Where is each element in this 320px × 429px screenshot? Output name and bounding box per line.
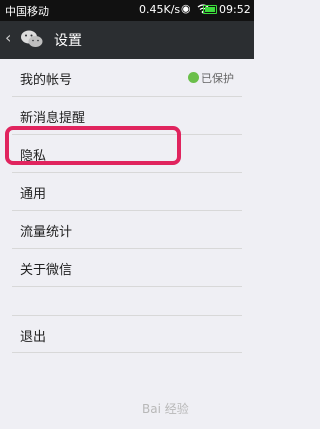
settings-item-label: 流量统计 bbox=[20, 225, 73, 240]
settings-item-logout[interactable]: 退出 bbox=[12, 315, 242, 353]
chevron-left-icon[interactable]: ‹ bbox=[5, 28, 11, 47]
settings-item-data-usage[interactable]: 流量统计 bbox=[12, 211, 242, 249]
settings-item-general[interactable]: 通用 bbox=[12, 173, 242, 211]
app-bar: ‹ 设置 bbox=[0, 21, 254, 59]
settings-item-label: 我的帐号 bbox=[20, 73, 73, 88]
carrier-label: 中国移动 bbox=[5, 5, 49, 18]
clock: 09:52 bbox=[219, 3, 251, 16]
settings-item-label: 通用 bbox=[20, 187, 47, 202]
settings-item-label: 退出 bbox=[20, 330, 47, 345]
settings-item-account[interactable]: 我的帐号 已保护 bbox=[12, 59, 242, 97]
network-speed: 0.45K/s bbox=[139, 3, 181, 16]
page-title: 设置 bbox=[54, 33, 82, 49]
battery-icon bbox=[203, 5, 217, 14]
eye-icon: ◉ bbox=[181, 2, 191, 15]
protection-status-label: 已保护 bbox=[201, 72, 234, 85]
settings-item-about[interactable]: 关于微信 bbox=[12, 249, 242, 287]
privacy-highlight-box bbox=[5, 126, 181, 165]
settings-item-label: 关于微信 bbox=[20, 263, 73, 278]
wechat-logo-icon bbox=[20, 28, 44, 50]
status-bar: 中国移动 0.45K/s ◉ 09:52 bbox=[0, 0, 254, 21]
watermark: Bai 经验 bbox=[142, 402, 189, 416]
settings-item-label: 新消息提醒 bbox=[20, 111, 86, 126]
protection-status: 已保护 bbox=[188, 70, 234, 86]
lock-icon bbox=[188, 72, 199, 83]
